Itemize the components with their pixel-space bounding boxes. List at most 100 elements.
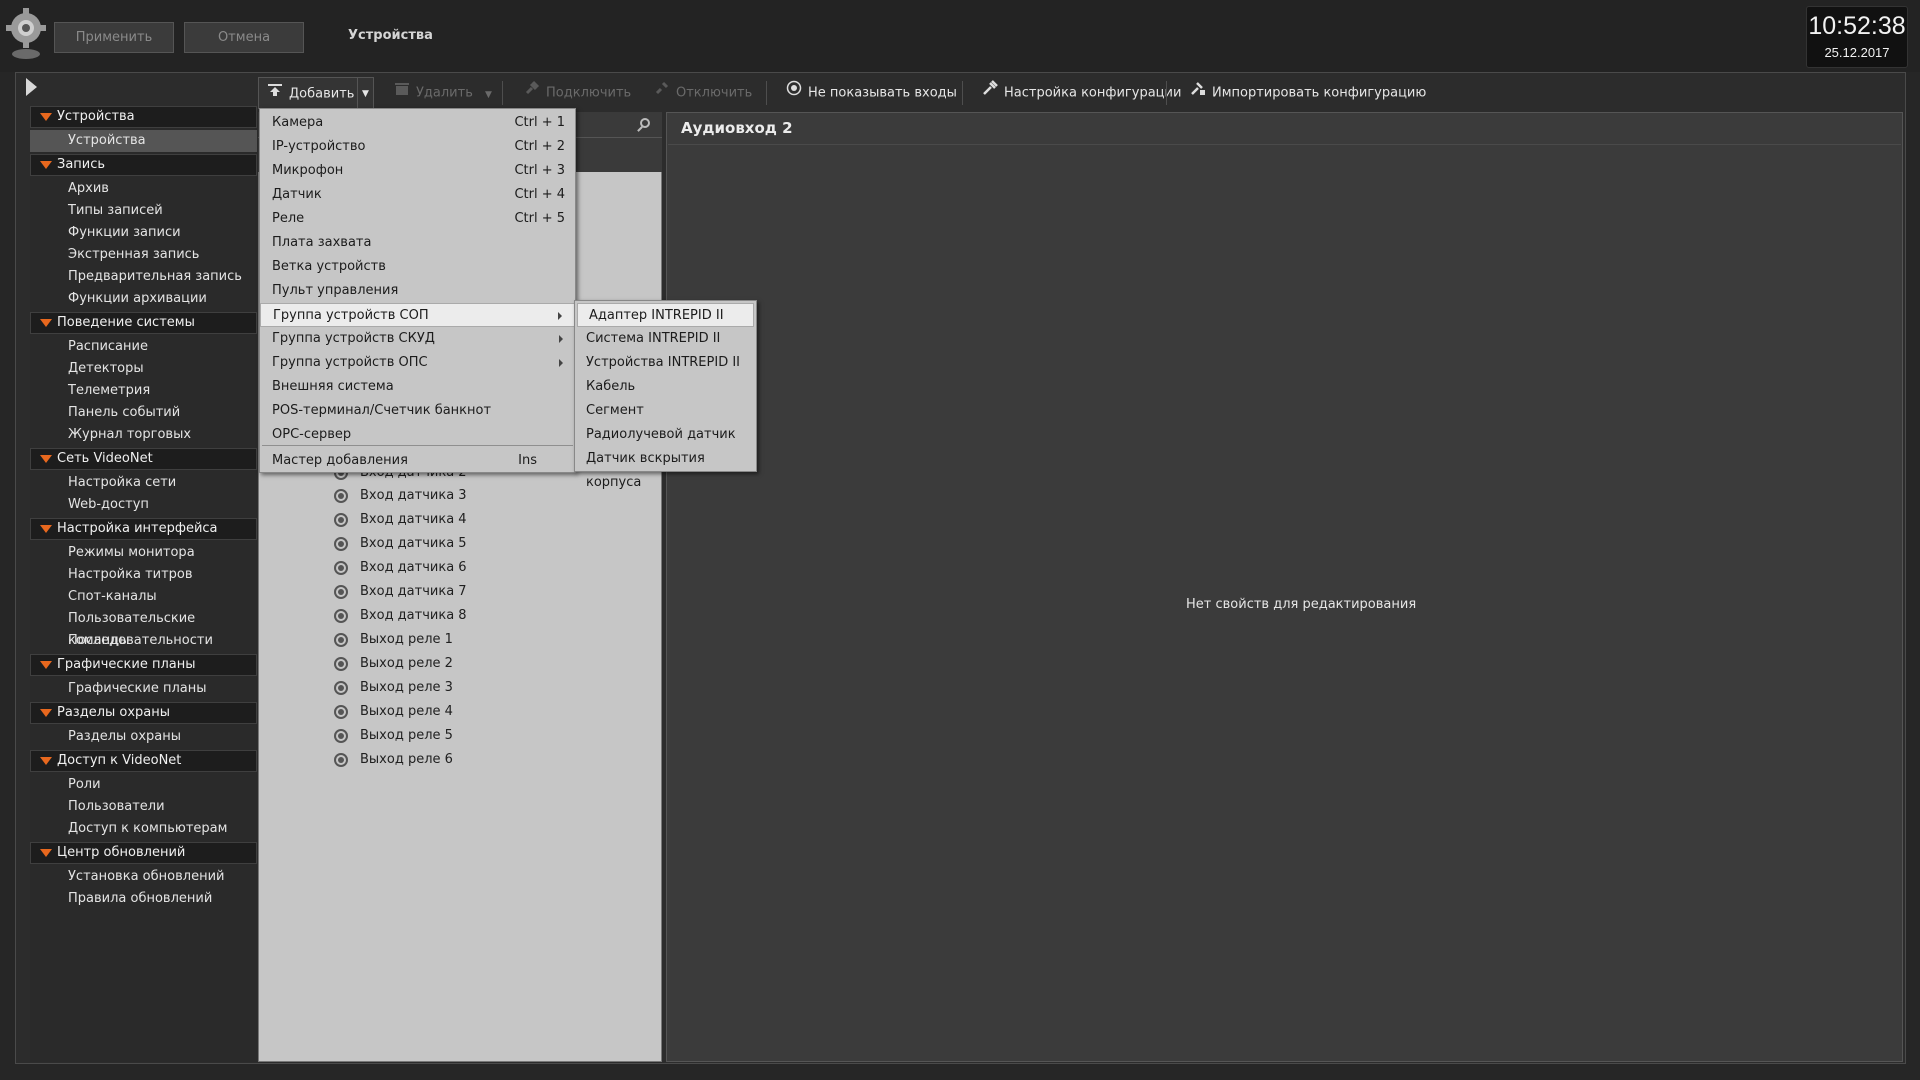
search-icon[interactable] [640,118,650,128]
sidebar-item-captions[interactable]: Настройка титров [30,564,257,586]
sidebar-item-monitor-modes[interactable]: Режимы монитора [30,542,257,564]
menu-item-ip-device[interactable]: IP-устройство Ctrl + 2 [260,135,575,159]
sidebar-category-recording[interactable]: Запись [30,154,257,176]
config-setup-button[interactable]: Настройка конфигурации [982,77,1181,109]
menu-item-sensor[interactable]: Датчик Ctrl + 4 [260,183,575,207]
add-label: Добавить [289,86,355,102]
sidebar-item-web-access[interactable]: Web-доступ [30,494,257,516]
sidebar-item-record-types[interactable]: Типы записей [30,200,257,222]
menu-item-skud-group[interactable]: Группа устройств СКУД [260,327,575,351]
sidebar-group-recording: Запись Архив Типы записей Функции записи… [30,154,257,310]
sidebar-category-maps[interactable]: Графические планы [30,654,257,676]
sidebar-category-updates[interactable]: Центр обновлений [30,842,257,864]
chevron-down-icon[interactable]: ▼ [357,78,373,108]
sidebar-item-archive[interactable]: Архив [30,178,257,200]
toolbar-divider [766,81,767,105]
output-icon [334,656,348,671]
sidebar-item-user-commands[interactable]: Пользовательские команды [30,608,257,648]
disconnect-button[interactable]: Отключить [654,77,752,109]
toolbar: Добавить ▼ Удалить ▼ Подключить Отключит… [258,77,1904,109]
sidebar-item-network-settings[interactable]: Настройка сети [30,472,257,494]
submenu-item-cable[interactable]: Кабель [575,375,756,399]
tree-item[interactable]: Вход датчика 5 [334,533,467,555]
menu-item-sop-group[interactable]: Группа устройств СОП [260,303,575,327]
menu-item-pos-terminal[interactable]: POS-терминал/Счетчик банкнот [260,399,575,423]
menu-item-microphone[interactable]: Микрофон Ctrl + 3 [260,159,575,183]
menu-item-relay[interactable]: Реле Ctrl + 5 [260,207,575,231]
sidebar-category-interface[interactable]: Настройка интерфейса [30,518,257,540]
tree-item[interactable]: Вход датчика 3 [334,485,467,507]
sidebar-item-maps[interactable]: Графические планы [30,678,257,700]
menu-item-add-wizard[interactable]: Мастер добавления Ins [260,449,575,473]
sidebar-item-roles[interactable]: Роли [30,774,257,796]
sidebar-category-network[interactable]: Сеть VideoNet [30,448,257,470]
tree-item[interactable]: Вход датчика 8 [334,605,467,627]
import-config-button[interactable]: Импортировать конфигурацию [1190,77,1426,109]
submenu-item-intrepid-adapter[interactable]: Адаптер INTREPID II [577,303,754,327]
menu-item-opc-server[interactable]: OPC-сервер [260,423,575,447]
sidebar-category-devices[interactable]: Устройства [30,106,257,128]
tree-item[interactable]: Выход реле 2 [334,653,453,675]
menu-item-capture-card[interactable]: Плата захвата [260,231,575,255]
chevron-down-icon: ▼ [485,89,492,100]
config-setup-label: Настройка конфигурации [1004,85,1182,101]
sidebar-item-telemetry[interactable]: Телеметрия [30,380,257,402]
tree-item-label: Вход датчика 8 [360,608,467,623]
submenu-item-tamper-sensor[interactable]: Датчик вскрытия корпуса [575,447,756,490]
sidebar-item-detectors[interactable]: Детекторы [30,358,257,380]
hide-inputs-button[interactable]: Не показывать входы [786,77,957,109]
sidebar-item-pos-journal[interactable]: Журнал торговых операций [30,424,257,464]
submenu-item-radio-beam-sensor[interactable]: Радиолучевой датчик [575,423,756,447]
sidebar-group-interface: Настройка интерфейса Режимы монитора Нас… [30,518,257,652]
menu-item-ops-group[interactable]: Группа устройств ОПС [260,351,575,375]
sidebar-item-install-updates[interactable]: Установка обновлений [30,866,257,888]
sidebar-item-computer-access[interactable]: Доступ к компьютерам [30,818,257,840]
sidebar-category-security-zones[interactable]: Разделы охраны [30,702,257,724]
cancel-button[interactable]: Отмена [184,22,304,53]
properties-panel [666,112,1903,1062]
sidebar-category-access[interactable]: Доступ к VideoNet [30,750,257,772]
menu-item-shortcut: Ctrl + 2 [514,139,565,154]
tree-item[interactable]: Выход реле 5 [334,725,453,747]
sidebar-item-record-functions[interactable]: Функции записи [30,222,257,244]
clock-date: 25.12.2017 [1824,45,1890,60]
sidebar-item-pre-record[interactable]: Предварительная запись [30,266,257,288]
submenu-item-segment[interactable]: Сегмент [575,399,756,423]
sidebar-item-spot-channels[interactable]: Спот-каналы [30,586,257,608]
menu-item-camera[interactable]: Камера Ctrl + 1 [260,111,575,135]
tree-item[interactable]: Выход реле 1 [334,629,453,651]
submenu-item-intrepid-system[interactable]: Система INTREPID II [575,327,756,351]
menu-item-label: POS-терминал/Счетчик банкнот [272,403,492,418]
tree-item[interactable]: Вход датчика 6 [334,557,467,579]
tree-item[interactable]: Вход датчика 4 [334,509,467,531]
menu-item-label: IP-устройство [272,139,366,154]
sidebar-item-devices[interactable]: Устройства [30,130,257,152]
submenu-item-intrepid-devices[interactable]: Устройства INTREPID II [575,351,756,375]
delete-button[interactable]: Удалить ▼ [394,77,492,109]
connect-button[interactable]: Подключить [524,77,631,109]
sidebar-item-schedule[interactable]: Расписание [30,336,257,358]
sidebar-item-emergency-record[interactable]: Экстренная запись [30,244,257,266]
sidebar-item-security-zones[interactable]: Разделы охраны [30,726,257,748]
output-icon [334,680,348,695]
sidebar-item-sequences[interactable]: Последовательности [30,630,257,652]
sidebar-category-behavior[interactable]: Поведение системы [30,312,257,334]
sidebar-item-users[interactable]: Пользователи [30,796,257,818]
tree-item-label: Выход реле 2 [360,656,453,671]
menu-item-external-system[interactable]: Внешняя система [260,375,575,399]
tree-item[interactable]: Выход реле 6 [334,749,453,771]
menu-item-device-branch[interactable]: Ветка устройств [260,255,575,279]
add-button[interactable]: Добавить ▼ [258,77,374,109]
menu-item-control-panel[interactable]: Пульт управления [260,279,575,303]
tree-item[interactable]: Выход реле 3 [334,677,453,699]
tree-item[interactable]: Вход датчика 7 [334,581,467,603]
apply-button[interactable]: Применить [54,22,174,53]
sidebar-item-archiving-functions[interactable]: Функции архивации [30,288,257,310]
expand-sidebar-icon[interactable] [26,78,37,96]
input-icon [334,512,348,527]
tree-item[interactable]: Выход реле 4 [334,701,453,723]
menu-item-label: OPC-сервер [272,427,352,442]
sidebar-item-event-panel[interactable]: Панель событий [30,402,257,424]
sidebar-item-update-rules[interactable]: Правила обновлений [30,888,257,910]
disconnect-label: Отключить [676,85,753,101]
